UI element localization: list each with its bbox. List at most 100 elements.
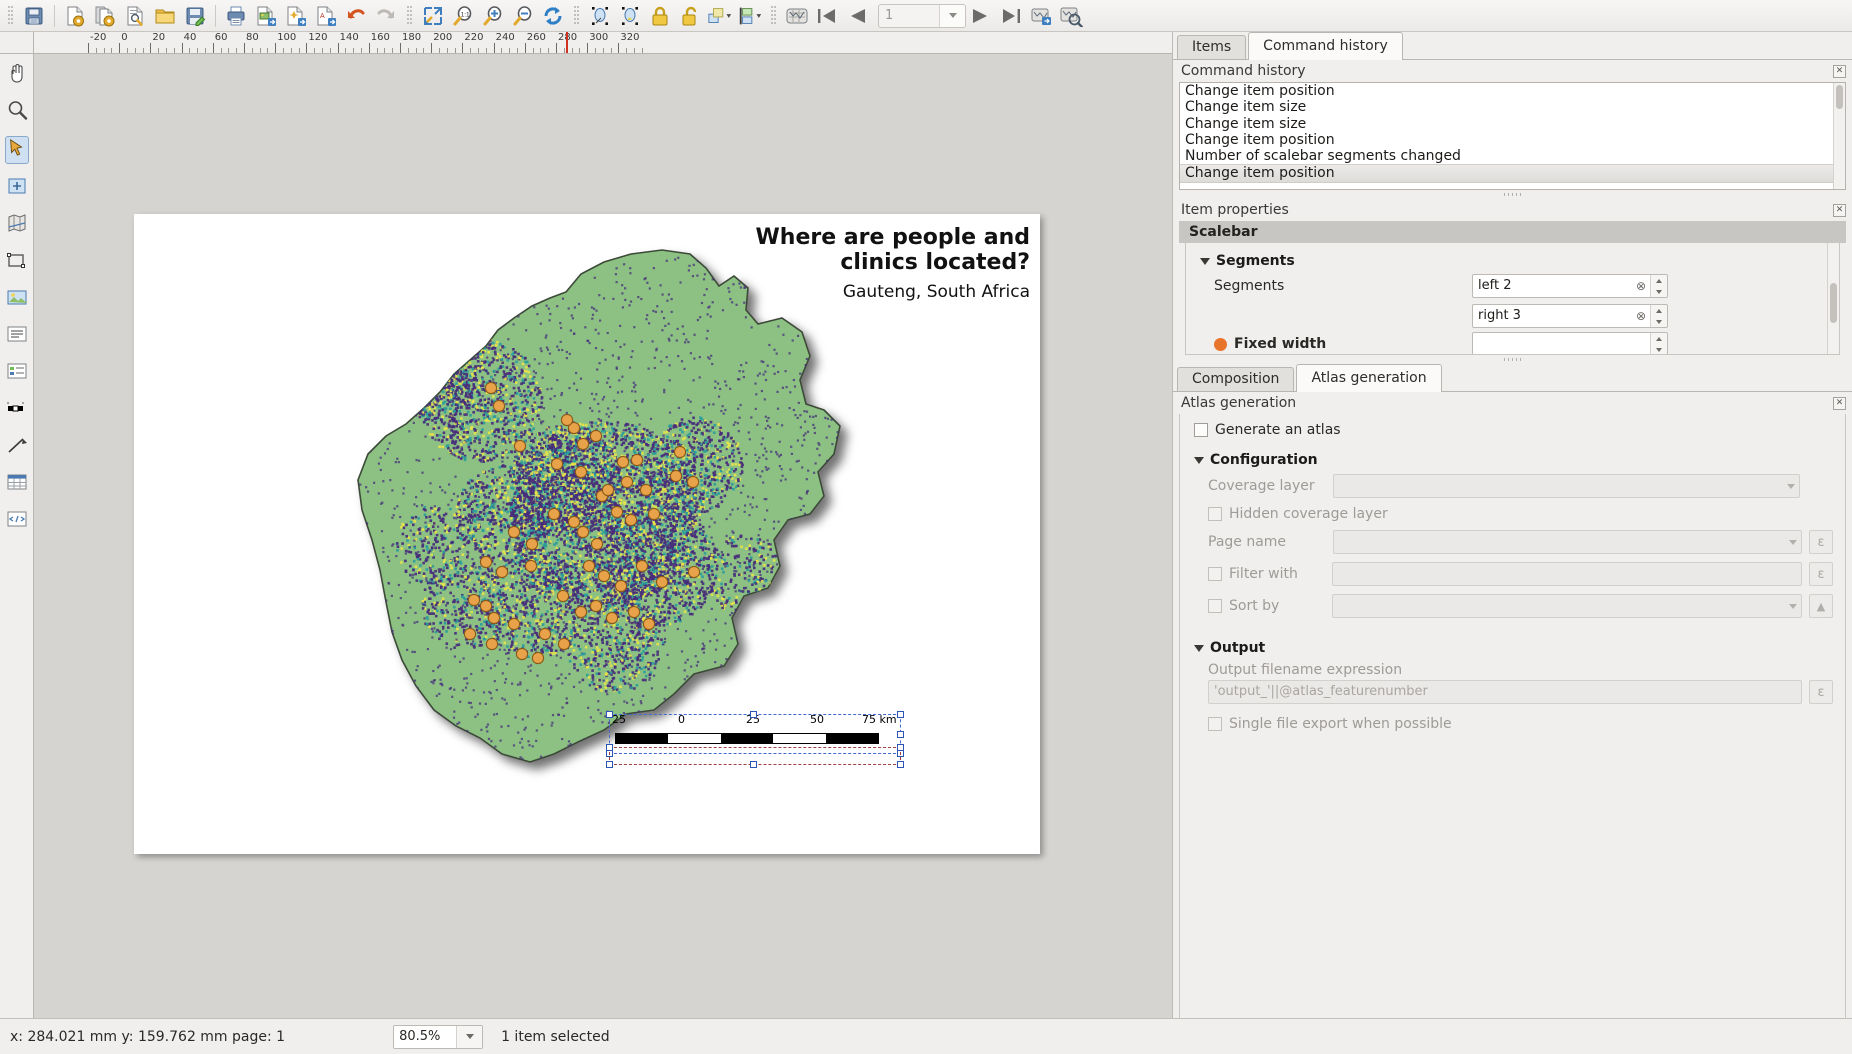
hidden-coverage-checkbox[interactable]	[1208, 507, 1222, 521]
radio-fixed-width[interactable]	[1214, 337, 1227, 351]
atlas-preview-icon[interactable]	[1057, 2, 1085, 30]
zoom-full-icon[interactable]	[419, 2, 447, 30]
generate-atlas-checkbox[interactable]	[1194, 423, 1208, 437]
atlas-next-feature-icon[interactable]	[967, 2, 995, 30]
resize-handle-tc[interactable]	[750, 711, 757, 718]
undo-icon[interactable]	[342, 2, 370, 30]
toolbar-grip[interactable]	[769, 5, 778, 27]
clear-icon[interactable]: ⊗	[1632, 305, 1650, 327]
new-composer-icon[interactable]	[61, 2, 89, 30]
output-filename-input[interactable]: 'output_'||@atlas_featurenumber	[1208, 680, 1802, 704]
toolbar-grip[interactable]	[572, 5, 581, 27]
atlas-settings-icon[interactable]	[783, 2, 811, 30]
output-group-header[interactable]: Output	[1180, 622, 1845, 658]
move-content-tool-icon[interactable]	[6, 175, 28, 201]
zoom-in-icon[interactable]	[479, 2, 507, 30]
duplicate-composer-icon[interactable]	[91, 2, 119, 30]
load-template-icon[interactable]	[151, 2, 179, 30]
add-html-tool-icon[interactable]	[6, 508, 28, 534]
atlas-page-dropdown-arrow[interactable]	[939, 4, 965, 27]
resize-handle-mr[interactable]	[897, 731, 904, 738]
close-icon[interactable]: ✕	[1833, 203, 1846, 217]
frame-handle-tr[interactable]	[897, 744, 904, 751]
save-template-icon[interactable]	[181, 2, 209, 30]
add-map-tool-icon[interactable]	[6, 212, 28, 238]
add-legend-tool-icon[interactable]	[6, 360, 28, 386]
list-item[interactable]: Change item position	[1180, 83, 1845, 99]
atlas-prev-feature-icon[interactable]	[843, 2, 871, 30]
composition-canvas[interactable]: Where are people and clinics located? Ga…	[34, 54, 1172, 1018]
page-name-combo[interactable]	[1333, 530, 1802, 554]
composition-page[interactable]: Where are people and clinics located? Ga…	[134, 214, 1040, 854]
chevron-down-icon[interactable]	[456, 1025, 483, 1048]
dock-splitter-2[interactable]	[1173, 355, 1852, 364]
segments-group-header[interactable]: Segments	[1186, 243, 1839, 271]
tab-command-history[interactable]: Command history	[1248, 32, 1403, 60]
select-item-tool-icon[interactable]	[4, 136, 29, 164]
tab-composition[interactable]: Composition	[1177, 367, 1295, 391]
fixed-width-spinbox[interactable]	[1472, 332, 1668, 354]
segments-left-stepper[interactable]	[1650, 275, 1667, 297]
clear-icon[interactable]: ⊗	[1632, 275, 1650, 297]
page-name-expression-button[interactable]: ε	[1809, 530, 1833, 554]
list-item[interactable]: Number of scalebar segments changed	[1180, 148, 1845, 164]
composer-manager-icon[interactable]	[121, 2, 149, 30]
zoom-actual-icon[interactable]: 1:1	[449, 2, 477, 30]
segments-left-spinbox[interactable]: left 2 ⊗	[1472, 274, 1668, 298]
atlas-first-feature-icon[interactable]	[813, 2, 841, 30]
frame-handle-bl[interactable]	[606, 761, 613, 768]
export-svg-icon[interactable]	[282, 2, 310, 30]
close-icon[interactable]: ✕	[1833, 396, 1846, 410]
raise-items-icon[interactable]	[706, 2, 734, 30]
close-icon[interactable]: ✕	[1833, 64, 1846, 78]
hidden-coverage-row[interactable]: Hidden coverage layer	[1180, 502, 1845, 526]
export-image-icon[interactable]	[252, 2, 280, 30]
map-item[interactable]	[134, 214, 1040, 854]
sort-by-checkbox[interactable]	[1208, 599, 1222, 613]
add-label-tool-icon[interactable]	[6, 323, 28, 349]
list-item[interactable]: Change item position	[1180, 132, 1845, 148]
segments-right-spinbox[interactable]: right 3 ⊗	[1472, 304, 1668, 328]
list-item[interactable]: Change item size	[1180, 99, 1845, 115]
generate-atlas-row[interactable]: Generate an atlas	[1180, 414, 1845, 442]
redo-icon[interactable]	[372, 2, 400, 30]
coverage-layer-combo[interactable]	[1333, 474, 1800, 498]
zoom-level-combobox[interactable]: 80.5%	[393, 1024, 484, 1049]
list-item[interactable]: Change item size	[1180, 116, 1845, 132]
save-icon[interactable]	[20, 2, 48, 30]
move-item-content-icon[interactable]	[616, 2, 644, 30]
filter-expression-button[interactable]: ε	[1809, 562, 1833, 586]
command-history-list[interactable]: Change item position Change item size Ch…	[1179, 82, 1846, 190]
dock-splitter[interactable]	[1173, 190, 1852, 199]
align-items-icon[interactable]	[736, 2, 764, 30]
unlock-items-icon[interactable]	[676, 2, 704, 30]
resize-handle-tr[interactable]	[897, 711, 904, 718]
pan-tool-icon[interactable]	[6, 62, 28, 88]
atlas-print-icon[interactable]	[1027, 2, 1055, 30]
frame-handle-br[interactable]	[897, 761, 904, 768]
add-scalebar-tool-icon[interactable]	[6, 397, 28, 423]
toolbar-grip[interactable]	[6, 5, 15, 27]
zoom-tool-icon[interactable]	[6, 99, 28, 125]
sort-direction-button[interactable]: ▲	[1809, 594, 1833, 618]
select-move-item-icon[interactable]	[586, 2, 614, 30]
single-file-export-row[interactable]: Single file export when possible	[1180, 708, 1845, 736]
atlas-last-feature-icon[interactable]	[997, 2, 1025, 30]
zoom-out-icon[interactable]	[509, 2, 537, 30]
refresh-icon[interactable]	[539, 2, 567, 30]
tab-items[interactable]: Items	[1177, 35, 1247, 59]
add-arrow-tool-icon[interactable]	[6, 434, 28, 460]
add-table-tool-icon[interactable]	[6, 471, 28, 497]
filter-with-input[interactable]	[1332, 562, 1802, 586]
export-pdf-icon[interactable]: A	[312, 2, 340, 30]
add-shape-tool-icon[interactable]	[6, 249, 28, 275]
filter-with-checkbox[interactable]	[1208, 567, 1222, 581]
configuration-group-header[interactable]: Configuration	[1180, 442, 1845, 470]
single-file-export-checkbox[interactable]	[1208, 717, 1222, 731]
fixed-width-stepper[interactable]	[1650, 333, 1667, 354]
print-icon[interactable]	[222, 2, 250, 30]
add-image-tool-icon[interactable]	[6, 286, 28, 312]
atlas-page-spinbox[interactable]: 1	[878, 3, 966, 28]
frame-handle-bc[interactable]	[750, 761, 757, 768]
sort-by-combo[interactable]	[1332, 594, 1802, 618]
